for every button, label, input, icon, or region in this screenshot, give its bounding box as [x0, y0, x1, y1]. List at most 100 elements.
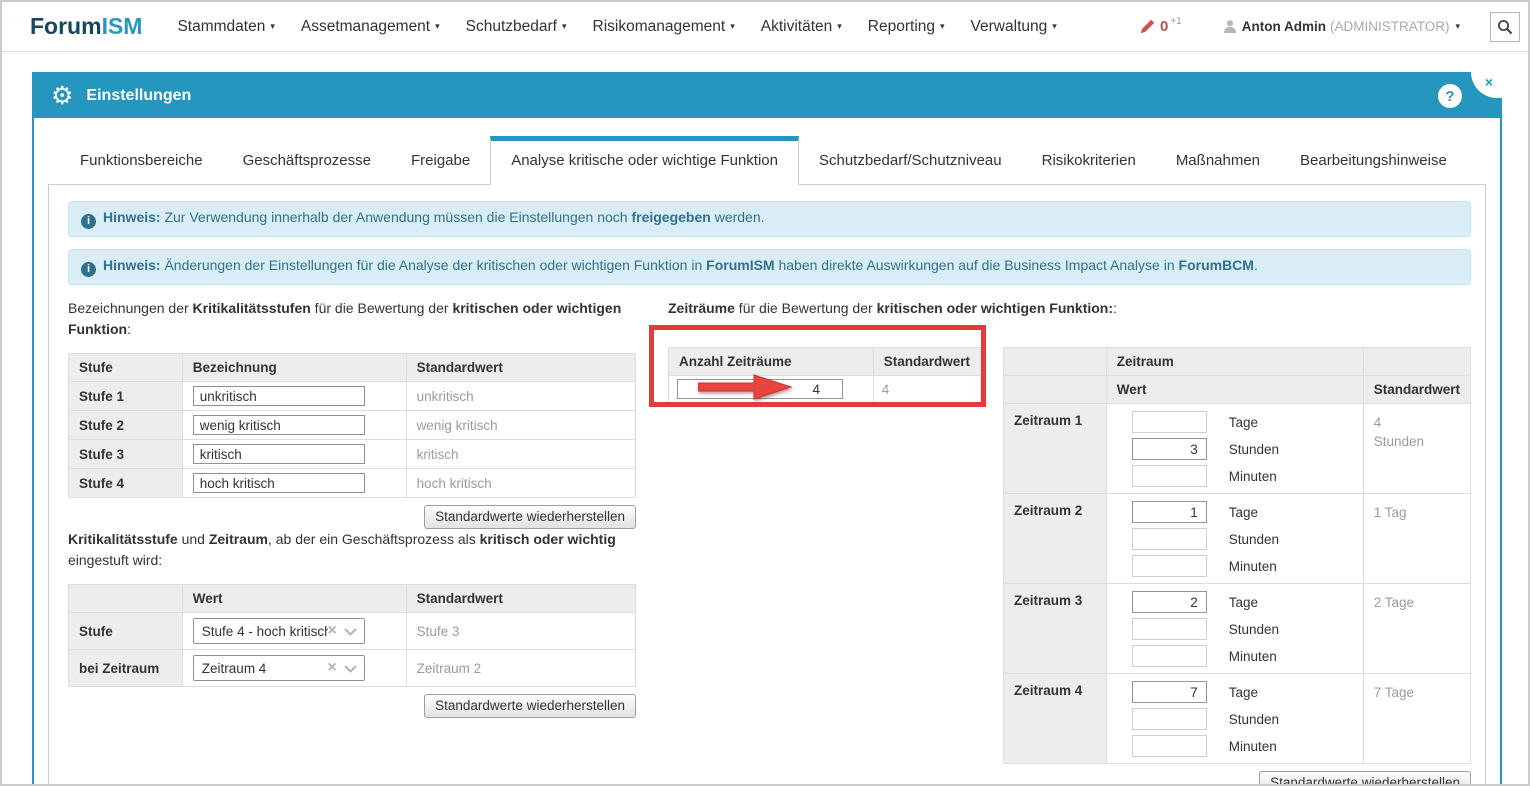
- column-header-empty: [68, 584, 183, 613]
- pending-edits-indicator[interactable]: 0 +1: [1140, 16, 1182, 35]
- standardwert-value: 4 Stunden: [1362, 403, 1472, 494]
- settings-panel: ⚙ Einstellungen ? × Funktionsbereiche Ge…: [32, 72, 1502, 784]
- bezeichnung-input-stufe4[interactable]: [192, 473, 365, 493]
- tab-massnahmen[interactable]: Maßnahmen: [1156, 137, 1280, 185]
- left-column: Bezeichnungen der Kritikalitätsstufen fü…: [68, 298, 637, 784]
- bezeichnung-input-stufe1[interactable]: [192, 386, 365, 406]
- close-button[interactable]: ×: [1469, 72, 1502, 100]
- bezeichnung-input-stufe2[interactable]: [192, 415, 365, 435]
- unit-label: Tage: [1228, 684, 1258, 700]
- row-label: Zeitraum 1: [1003, 403, 1107, 494]
- app-logo[interactable]: ForumISM: [30, 13, 142, 40]
- standardwert-value: 2 Tage: [1362, 583, 1472, 674]
- standardwert-value: Zeitraum 2: [405, 649, 637, 687]
- table-row: Stufe 1 unkritisch: [68, 381, 637, 411]
- menu-item-risikomanagement[interactable]: Risikomanagement ▾: [580, 18, 748, 36]
- zeitraum2-tage-input[interactable]: [1131, 501, 1207, 523]
- zeitraum3-minuten-input[interactable]: [1131, 645, 1207, 667]
- zeitraum-select[interactable]: Zeitraum 4 ×: [192, 655, 365, 681]
- menu-item-stammdaten[interactable]: Stammdaten ▾: [164, 18, 287, 36]
- column-header-empty: [1003, 347, 1107, 376]
- restore-defaults-button-zeitraeume[interactable]: Standardwerte wiederherstellen: [1259, 771, 1471, 784]
- zeitraum1-stunden-input[interactable]: [1131, 438, 1207, 460]
- menu-item-reporting[interactable]: Reporting ▾: [855, 18, 958, 36]
- info-icon: i: [81, 214, 96, 229]
- standardwert-value: 1 Tag: [1362, 493, 1472, 584]
- zeitraum1-minuten-input[interactable]: [1131, 465, 1207, 487]
- menu-item-assetmanagement[interactable]: Assetmanagement ▾: [288, 18, 453, 36]
- table-row: Stufe 2 wenig kritisch: [68, 410, 637, 440]
- zeitraum4-tage-input[interactable]: [1131, 681, 1207, 703]
- clear-icon[interactable]: ×: [327, 623, 336, 639]
- bezeichnungen-intro: Bezeichnungen der Kritikalitätsstufen fü…: [68, 300, 622, 337]
- row-label: Stufe 2: [68, 410, 183, 440]
- tab-freigabe[interactable]: Freigabe: [391, 137, 490, 185]
- table-row: Stufe 4 hoch kritisch: [68, 468, 637, 498]
- zeitraum4-minuten-input[interactable]: [1131, 735, 1207, 757]
- chevron-down-icon: ▾: [940, 20, 945, 31]
- edit-count: 0: [1159, 17, 1169, 35]
- table-row-zeitraum-1: Zeitraum 1 Tage Stunden Minuten 4Stunden: [1003, 403, 1472, 494]
- user-name: Anton Admin: [1241, 19, 1326, 34]
- row-label: Zeitraum 3: [1003, 583, 1107, 674]
- column-header-zeitraum: Zeitraum: [1105, 347, 1364, 376]
- menu-item-verwaltung[interactable]: Verwaltung ▾: [958, 18, 1070, 36]
- unit-label: Minuten: [1228, 738, 1277, 754]
- column-header-standardwert: Standardwert: [405, 584, 637, 613]
- unit-label: Stunden: [1228, 621, 1279, 637]
- menu-item-aktivitaeten[interactable]: Aktivitäten ▾: [748, 18, 855, 36]
- panel-header: ⚙ Einstellungen ? ×: [34, 72, 1502, 118]
- unit-label: Tage: [1228, 414, 1258, 430]
- standardwert-value: 4: [872, 375, 982, 403]
- clear-icon[interactable]: ×: [327, 660, 336, 676]
- table-row: bei Zeitraum Zeitraum 4 × Zeitraum 2: [68, 649, 637, 687]
- tab-schutzbedarf-schutzniveau[interactable]: Schutzbedarf/Schutzniveau: [799, 137, 1022, 185]
- row-label: Stufe 1: [68, 381, 183, 411]
- logo-part-forum: Forum: [30, 13, 102, 39]
- stufe-select[interactable]: Stufe 4 - hoch kritisch ×: [192, 618, 365, 644]
- menu-item-schutzbedarf[interactable]: Schutzbedarf ▾: [453, 18, 580, 36]
- restore-defaults-button-stufen[interactable]: Standardwerte wiederherstellen: [424, 505, 636, 529]
- annotation-arrow-icon: [698, 374, 793, 400]
- column-header-anzahl-zeitraeume: Anzahl Zeiträume: [668, 347, 874, 376]
- chevron-down-icon: ▾: [1052, 20, 1057, 31]
- help-button[interactable]: ?: [1438, 84, 1462, 108]
- zeitraum3-stunden-input[interactable]: [1131, 618, 1207, 640]
- column-header-wert: Wert: [1105, 375, 1364, 404]
- unit-label: Stunden: [1228, 441, 1279, 457]
- zeitraum2-stunden-input[interactable]: [1131, 528, 1207, 550]
- bezeichnung-input-stufe3[interactable]: [192, 444, 365, 464]
- chevron-down-icon: ▾: [270, 20, 275, 31]
- tab-risikokriterien[interactable]: Risikokriterien: [1022, 137, 1156, 185]
- standardwert-value: Stufe 3: [405, 612, 637, 650]
- zeitraum4-stunden-input[interactable]: [1131, 708, 1207, 730]
- row-label: Stufe 3: [68, 439, 183, 469]
- einstufung-table: Wert Standardwert Stufe Stufe 4 - hoch k…: [68, 584, 637, 687]
- tab-funktionsbereiche[interactable]: Funktionsbereiche: [60, 137, 223, 185]
- close-icon: ×: [1484, 74, 1493, 90]
- row-label: Stufe: [68, 612, 183, 650]
- zeitraum1-tage-input[interactable]: [1131, 411, 1207, 433]
- unit-label: Tage: [1228, 504, 1258, 520]
- search-button[interactable]: [1490, 11, 1520, 42]
- zeitraum3-tage-input[interactable]: [1131, 591, 1207, 613]
- selected-value: Zeitraum 4: [201, 660, 267, 676]
- column-header-empty: [1362, 347, 1472, 376]
- tab-analyse-kritische-funktion[interactable]: Analyse kritische oder wichtige Funktion: [490, 136, 799, 185]
- zeitraum2-minuten-input[interactable]: [1131, 555, 1207, 577]
- tab-geschaeftsprozesse[interactable]: Geschäftsprozesse: [223, 137, 391, 185]
- row-label: Zeitraum 2: [1003, 493, 1107, 584]
- chevron-down-icon: ▾: [1455, 21, 1460, 31]
- table-row-zeitraum-4: Zeitraum 4 Tage Stunden Minuten 7 Tage: [1003, 673, 1472, 764]
- main-menu: Stammdaten ▾ Assetmanagement ▾ Schutzbedar…: [164, 18, 1069, 36]
- column-header-bezeichnung: Bezeichnung: [181, 353, 407, 382]
- right-column: Zeiträume für die Bewertung der kritisch…: [649, 298, 1472, 784]
- kritikalitaetsstufen-table: Stufe Bezeichnung Standardwert Stufe 1 u…: [68, 353, 637, 498]
- column-header-standardwert: Standardwert: [405, 353, 637, 382]
- restore-defaults-button-einstufung[interactable]: Standardwerte wiederherstellen: [424, 694, 636, 718]
- chevron-down-icon: ▾: [435, 20, 440, 31]
- panel-title: Einstellungen: [86, 87, 192, 104]
- tab-bearbeitungshinweise[interactable]: Bearbeitungshinweise: [1280, 137, 1467, 185]
- user-menu[interactable]: Anton Admin (ADMINISTRATOR) ▾: [1223, 19, 1460, 34]
- table-row-zeitraum-3: Zeitraum 3 Tage Stunden Minuten 2 Tage: [1003, 583, 1472, 674]
